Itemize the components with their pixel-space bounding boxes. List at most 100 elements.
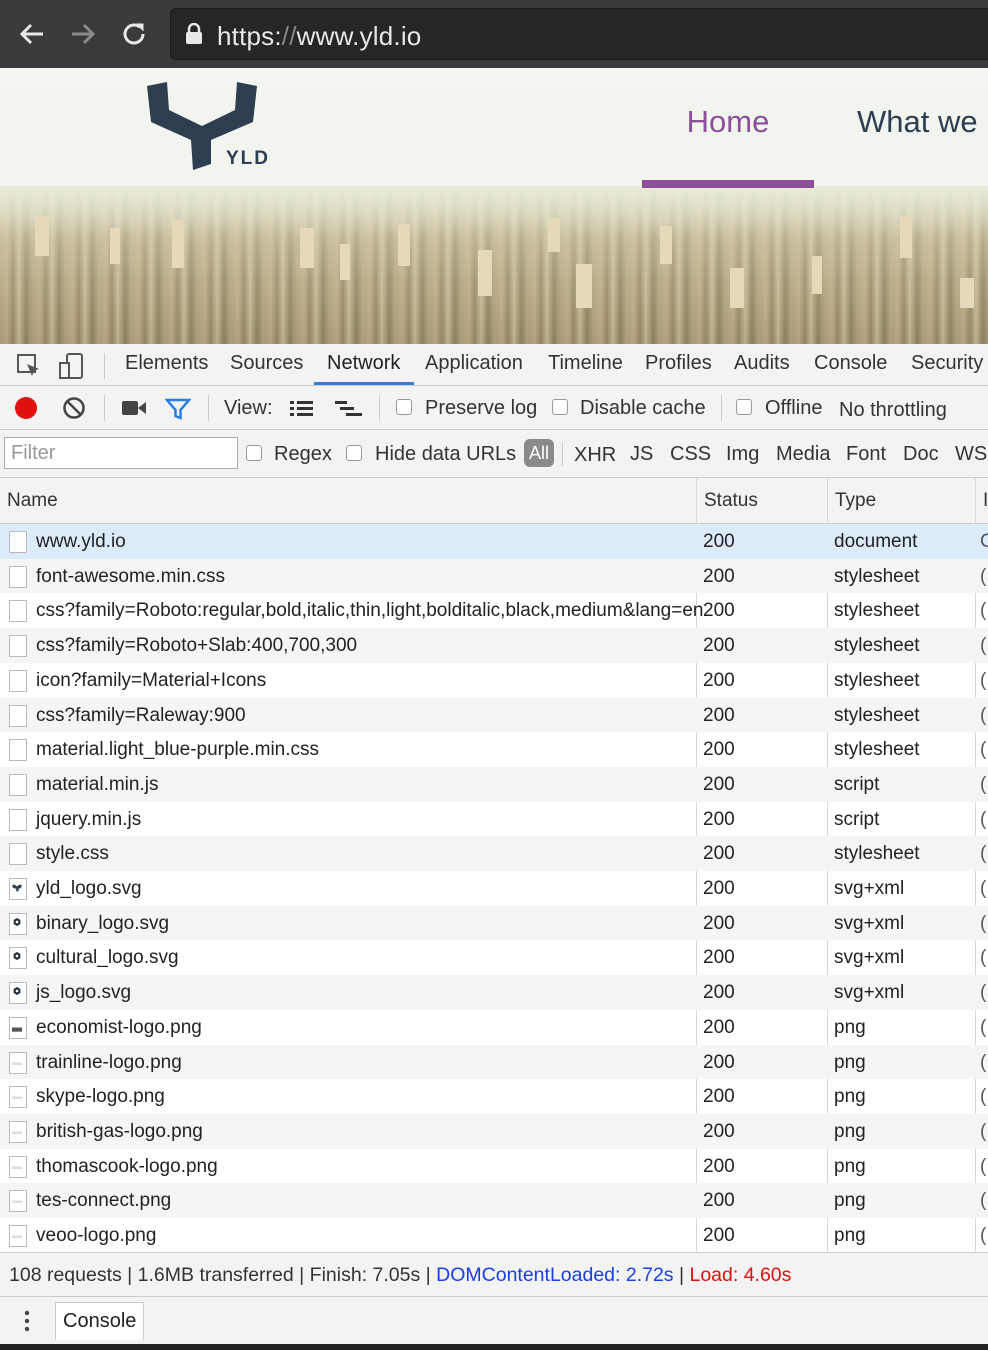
- request-initiator[interactable]: (: [980, 705, 986, 727]
- request-name[interactable]: css?family=Roboto+Slab:400,700,300: [36, 635, 357, 657]
- request-initiator[interactable]: (: [980, 739, 986, 761]
- request-initiator[interactable]: (: [980, 809, 986, 831]
- table-row[interactable]: jquery.min.js 200 script (: [0, 802, 988, 837]
- table-row[interactable]: material.light_blue-purple.min.css 200 sty…: [0, 732, 988, 767]
- request-name[interactable]: icon?family=Material+Icons: [36, 670, 266, 692]
- tab-timeline[interactable]: Timeline: [548, 352, 623, 375]
- request-initiator[interactable]: (: [980, 774, 986, 796]
- disable-cache-checkbox[interactable]: [552, 399, 568, 415]
- request-name[interactable]: js_logo.svg: [36, 982, 131, 1004]
- table-row[interactable]: css?family=Roboto:regular,bold,italic,th…: [0, 593, 988, 628]
- request-name[interactable]: veoo-logo.png: [36, 1225, 156, 1247]
- request-name[interactable]: style.css: [36, 843, 109, 865]
- filter-type-doc[interactable]: Doc: [903, 443, 939, 466]
- tab-elements[interactable]: Elements: [125, 352, 208, 375]
- request-initiator[interactable]: (: [980, 843, 986, 865]
- filter-type-img[interactable]: Img: [726, 443, 759, 466]
- table-row[interactable]: js_logo.svg 200 svg+xml (: [0, 975, 988, 1010]
- table-row[interactable]: tes-connect.png 200 png (: [0, 1183, 988, 1218]
- table-row[interactable]: style.css 200 stylesheet (: [0, 836, 988, 871]
- request-initiator[interactable]: (: [980, 635, 986, 657]
- request-name[interactable]: font-awesome.min.css: [36, 566, 225, 588]
- tab-profiles[interactable]: Profiles: [645, 352, 712, 375]
- address-bar[interactable]: https://www.yld.io: [170, 8, 988, 60]
- request-name[interactable]: material.light_blue-purple.min.css: [36, 739, 319, 761]
- request-initiator[interactable]: (: [980, 670, 986, 692]
- waterfall-view-icon[interactable]: [334, 399, 364, 419]
- request-name[interactable]: british-gas-logo.png: [36, 1121, 203, 1143]
- reload-button[interactable]: [114, 14, 154, 54]
- table-row[interactable]: trainline-logo.png 200 png (: [0, 1044, 988, 1080]
- table-row[interactable]: skype-logo.png 200 png (: [0, 1079, 988, 1114]
- column-header-type[interactable]: Type: [835, 490, 876, 512]
- regex-checkbox[interactable]: [246, 445, 262, 461]
- tab-security[interactable]: Security: [911, 352, 983, 375]
- tab-audits[interactable]: Audits: [734, 352, 790, 375]
- table-row[interactable]: veoo-logo.png 200 png (: [0, 1218, 988, 1253]
- throttling-select[interactable]: No throttling: [839, 399, 947, 422]
- filter-type-xhr[interactable]: XHR: [574, 444, 616, 467]
- filter-icon[interactable]: [165, 398, 191, 420]
- tab-sources[interactable]: Sources: [230, 352, 303, 375]
- table-row[interactable]: cultural_logo.svg 200 svg+xml (: [0, 940, 988, 975]
- back-button[interactable]: [12, 14, 52, 54]
- record-icon[interactable]: [14, 396, 38, 420]
- filter-type-ws[interactable]: WS: [955, 443, 987, 466]
- tab-network[interactable]: Network: [327, 352, 400, 375]
- table-row[interactable]: yld_logo.svg 200 svg+xml (: [0, 871, 988, 906]
- filter-input[interactable]: Filter: [4, 437, 238, 469]
- table-row[interactable]: icon?family=Material+Icons 200 stylesheet (: [0, 663, 988, 698]
- hide-data-urls-checkbox[interactable]: [346, 445, 362, 461]
- table-row[interactable]: british-gas-logo.png 200 png (: [0, 1113, 988, 1149]
- request-name[interactable]: binary_logo.svg: [36, 913, 169, 935]
- request-name[interactable]: tes-connect.png: [36, 1190, 171, 1212]
- request-name[interactable]: css?family=Roboto:regular,bold,italic,th…: [36, 600, 703, 622]
- request-initiator[interactable]: (: [980, 982, 986, 1004]
- request-initiator[interactable]: (: [980, 1190, 986, 1212]
- forward-button[interactable]: [63, 14, 103, 54]
- request-name[interactable]: cultural_logo.svg: [36, 947, 179, 969]
- table-row[interactable]: css?family=Roboto+Slab:400,700,300 200 sty…: [0, 628, 988, 663]
- nav-home-link[interactable]: Home: [642, 104, 814, 140]
- request-name[interactable]: yld_logo.svg: [36, 878, 142, 900]
- column-header-status[interactable]: Status: [704, 490, 758, 512]
- table-row[interactable]: thomascook-logo.png 200 png (: [0, 1149, 988, 1184]
- filter-type-font[interactable]: Font: [846, 443, 886, 466]
- request-initiator[interactable]: (: [980, 878, 986, 900]
- preserve-log-checkbox[interactable]: [396, 399, 412, 415]
- request-initiator[interactable]: (: [980, 947, 986, 969]
- column-header-name[interactable]: Name: [7, 490, 58, 512]
- request-initiator[interactable]: (: [980, 1156, 986, 1178]
- request-initiator[interactable]: (: [980, 1017, 986, 1039]
- tab-console[interactable]: Console: [814, 352, 887, 375]
- list-view-icon[interactable]: [289, 399, 315, 419]
- request-name[interactable]: economist-logo.png: [36, 1017, 202, 1039]
- table-row[interactable]: www.yld.io 200 document C: [0, 524, 988, 559]
- table-row[interactable]: economist-logo.png 200 png (: [0, 1010, 988, 1045]
- tab-application[interactable]: Application: [425, 352, 523, 375]
- column-header-initiator[interactable]: I: [983, 490, 988, 512]
- request-initiator[interactable]: (: [980, 913, 986, 935]
- video-camera-icon[interactable]: [121, 398, 147, 418]
- request-name[interactable]: css?family=Raleway:900: [36, 705, 246, 727]
- filter-type-media[interactable]: Media: [776, 443, 830, 466]
- table-row[interactable]: font-awesome.min.css 200 stylesheet (: [0, 558, 988, 594]
- filter-type-js[interactable]: JS: [630, 443, 653, 466]
- request-initiator[interactable]: C: [980, 531, 988, 553]
- inspect-element-icon[interactable]: [16, 353, 42, 379]
- request-name[interactable]: thomascook-logo.png: [36, 1156, 218, 1178]
- table-row[interactable]: material.min.js 200 script (: [0, 766, 988, 802]
- device-mode-icon[interactable]: [58, 352, 86, 380]
- request-name[interactable]: skype-logo.png: [36, 1086, 165, 1108]
- request-initiator[interactable]: (: [980, 1121, 986, 1143]
- table-row[interactable]: css?family=Raleway:900 200 stylesheet (: [0, 697, 988, 733]
- request-initiator[interactable]: (: [980, 566, 986, 588]
- request-name[interactable]: www.yld.io: [36, 531, 126, 553]
- drawer-console-tab[interactable]: Console: [55, 1302, 144, 1340]
- request-name[interactable]: jquery.min.js: [36, 809, 141, 831]
- nav-what-we-link[interactable]: What we: [857, 104, 978, 140]
- table-row[interactable]: binary_logo.svg 200 svg+xml (: [0, 905, 988, 941]
- request-initiator[interactable]: (: [980, 600, 986, 622]
- request-name[interactable]: material.min.js: [36, 774, 158, 796]
- request-initiator[interactable]: (: [980, 1052, 986, 1074]
